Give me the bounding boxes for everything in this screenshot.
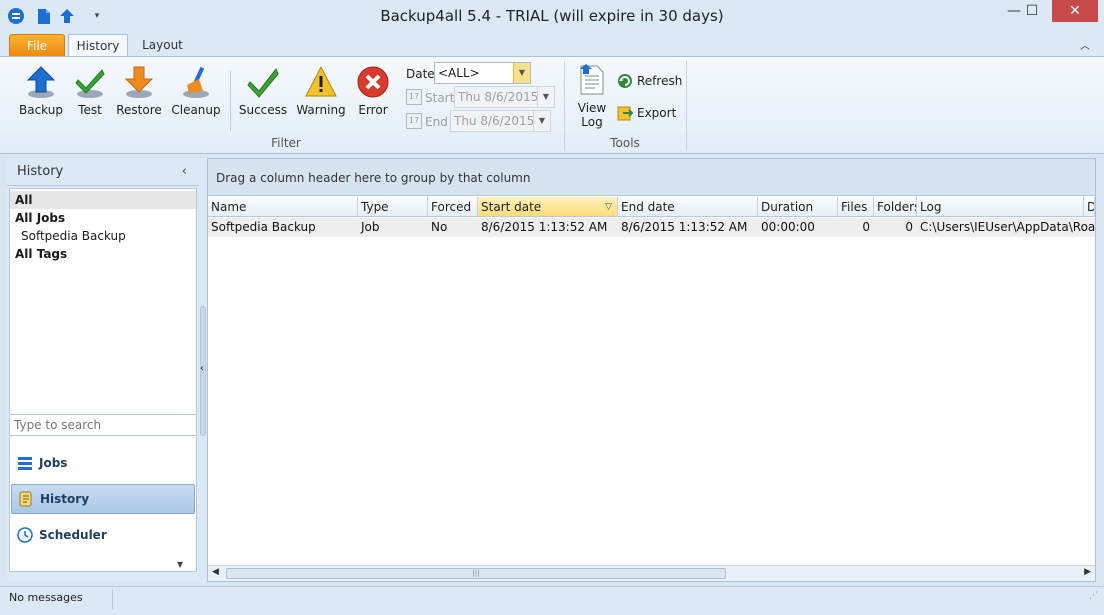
error-x-icon <box>356 65 390 99</box>
nav-history[interactable]: History <box>11 484 195 514</box>
tree-item-softpedia-backup[interactable]: Softpedia Backup <box>10 227 196 245</box>
warning-icon <box>304 65 338 99</box>
clock-icon <box>17 527 33 543</box>
cell-files[interactable]: 0 <box>838 218 874 237</box>
backup-icon <box>24 65 58 99</box>
maximize-button[interactable]: ☐ <box>1012 0 1052 22</box>
cell-forced[interactable]: No <box>428 218 478 237</box>
end-date-picker[interactable]: Thu 8/6/2015 ▼ <box>450 110 551 132</box>
tree-item-all-tags[interactable]: All Tags <box>10 245 196 263</box>
nav-more-icon[interactable]: ▼ <box>177 560 183 569</box>
tree-item-all[interactable]: All <box>10 191 196 209</box>
success-filter-button[interactable]: Success <box>238 65 288 125</box>
collapse-left-icon[interactable]: ‹ <box>182 158 187 186</box>
nav-jobs[interactable]: Jobs <box>11 448 195 478</box>
status-bar: No messages ⋰ <box>0 586 1104 615</box>
group-separator <box>686 61 687 151</box>
column-header-forced[interactable]: Forced <box>428 197 478 217</box>
tree-search-input[interactable]: Type to search <box>9 414 197 436</box>
cell-duration[interactable]: 00:00:00 <box>758 218 838 237</box>
tools-group-label: Tools <box>610 136 640 150</box>
group-by-panel[interactable]: Drag a column header here to group by th… <box>208 159 1095 196</box>
column-header-log[interactable]: Log <box>917 197 1084 217</box>
error-filter-button[interactable]: Error <box>354 65 392 125</box>
tab-layout[interactable]: Layout <box>135 34 190 57</box>
date-label: Date <box>406 67 435 81</box>
cell-end-date[interactable]: 8/6/2015 1:13:52 AM <box>618 218 758 237</box>
tree-item-all-jobs[interactable]: All Jobs <box>10 209 196 227</box>
end-label: End <box>425 115 448 129</box>
date-select[interactable]: <ALL> ▼ <box>434 62 531 84</box>
history-grid: Drag a column header here to group by th… <box>207 158 1096 582</box>
left-pane-header: History ‹ <box>7 158 199 186</box>
window-title: Backup4all 5.4 - TRIAL (will expire in 3… <box>380 7 724 25</box>
ribbon-tabs: File History Layout ︿ <box>0 32 1104 57</box>
backup-button[interactable]: Backup <box>18 65 64 125</box>
column-header-d[interactable]: D <box>1084 197 1095 217</box>
scroll-right-icon[interactable]: ▶ <box>1084 567 1091 577</box>
group-separator <box>564 61 565 151</box>
end-calendar-icon: 17 <box>406 113 422 129</box>
status-message: No messages <box>9 591 83 604</box>
status-divider <box>112 589 113 609</box>
refresh-icon <box>618 74 632 88</box>
cell-folders[interactable]: 0 <box>874 218 917 237</box>
column-header-start-date[interactable]: Start date ▽ <box>478 197 618 217</box>
resize-grip-icon[interactable]: ⋰ <box>1089 591 1098 601</box>
left-pane: History ‹ All All Jobs Softpedia Backup … <box>7 158 199 582</box>
column-header-folders[interactable]: Folders <box>874 197 917 217</box>
success-check-icon <box>246 65 280 99</box>
test-button[interactable]: Test <box>72 65 108 125</box>
column-header-name[interactable]: Name <box>208 197 358 217</box>
start-date-picker[interactable]: Thu 8/6/2015 ▼ <box>454 86 555 108</box>
nav-scheduler[interactable]: Scheduler <box>11 520 195 550</box>
scroll-left-icon[interactable]: ◀ <box>212 567 219 577</box>
restore-button[interactable]: Restore <box>116 65 162 125</box>
chevron-down-icon: ▼ <box>513 63 530 83</box>
column-header-type[interactable]: Type <box>358 197 428 217</box>
broom-icon <box>179 65 213 99</box>
view-log-icon <box>577 63 607 97</box>
start-label: Start <box>425 91 455 105</box>
cell-name[interactable]: Softpedia Backup <box>208 218 358 237</box>
pane-splitter[interactable]: ‹ <box>199 158 207 582</box>
warning-filter-button[interactable]: Warning <box>296 65 346 125</box>
cleanup-button[interactable]: Cleanup <box>170 65 222 125</box>
cell-type[interactable]: Job <box>358 218 428 237</box>
cell-log[interactable]: C:\Users\IEUser\AppData\Roan S <box>917 218 1095 237</box>
test-check-icon <box>73 65 107 99</box>
column-header-files[interactable]: Files <box>838 197 874 217</box>
close-button[interactable]: ✕ <box>1052 0 1098 22</box>
restore-icon <box>122 65 156 99</box>
view-log-button[interactable]: View Log <box>572 63 612 129</box>
column-header-end-date[interactable]: End date <box>618 197 758 217</box>
history-tree: All All Jobs Softpedia Backup All Tags <box>9 188 197 572</box>
history-scroll-icon <box>19 491 32 507</box>
scrollbar-thumb[interactable]: ||| <box>226 568 726 579</box>
export-button[interactable]: Export <box>617 105 676 121</box>
export-icon <box>617 106 633 121</box>
column-header-duration[interactable]: Duration <box>758 197 838 217</box>
title-bar: ▾ Backup4all 5.4 - TRIAL (will expire in… <box>0 0 1104 32</box>
tab-history[interactable]: History <box>68 34 128 57</box>
horizontal-scrollbar[interactable]: ◀ ||| ▶ <box>208 565 1095 581</box>
sort-descending-icon: ▽ <box>605 202 612 212</box>
tab-file[interactable]: File <box>9 34 65 57</box>
chevron-down-icon: ▼ <box>537 87 554 107</box>
ribbon-separator <box>230 71 231 131</box>
ribbon: Backup Test Restore Cleanup Success Warn… <box>0 56 1104 154</box>
ribbon-collapse-icon[interactable]: ︿ <box>1080 37 1090 52</box>
start-calendar-icon: 17 <box>406 89 422 105</box>
chevron-left-icon[interactable]: ‹ <box>200 363 204 374</box>
refresh-button[interactable]: Refresh <box>617 73 682 89</box>
chevron-down-icon: ▼ <box>533 111 550 131</box>
jobs-list-icon <box>18 457 32 470</box>
filter-group-label: Filter <box>271 136 301 150</box>
cell-start-date[interactable]: 8/6/2015 1:13:52 AM <box>478 218 618 237</box>
